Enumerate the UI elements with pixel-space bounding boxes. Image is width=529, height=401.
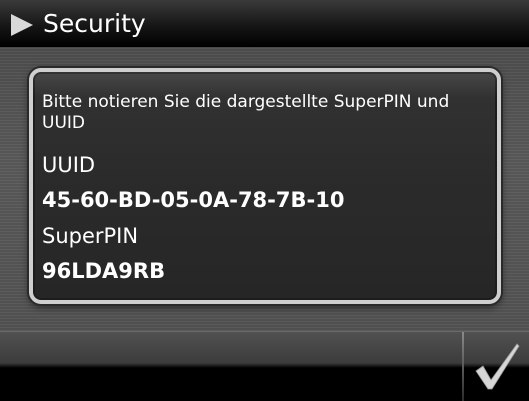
uuid-label: UUID — [42, 153, 96, 177]
uuid-value: 45-60-BD-05-0A-78-7B-10 — [42, 188, 345, 212]
instruction-text: Bitte notieren Sie die dargestellte Supe… — [42, 92, 450, 133]
checkmark-icon — [475, 343, 520, 390]
page-title: Security — [43, 9, 146, 38]
superpin-value: 96LDA9RB — [42, 259, 166, 283]
superpin-label: SuperPIN — [42, 224, 139, 248]
bottom-toolbar — [0, 331, 529, 401]
confirm-button[interactable] — [464, 332, 529, 401]
title-bar: Security — [0, 0, 529, 48]
security-screen: Security Bitte notieren Sie die dargeste… — [0, 0, 529, 401]
play-arrow-icon — [11, 14, 33, 36]
message-panel: Bitte notieren Sie die dargestellte Supe… — [29, 68, 501, 304]
